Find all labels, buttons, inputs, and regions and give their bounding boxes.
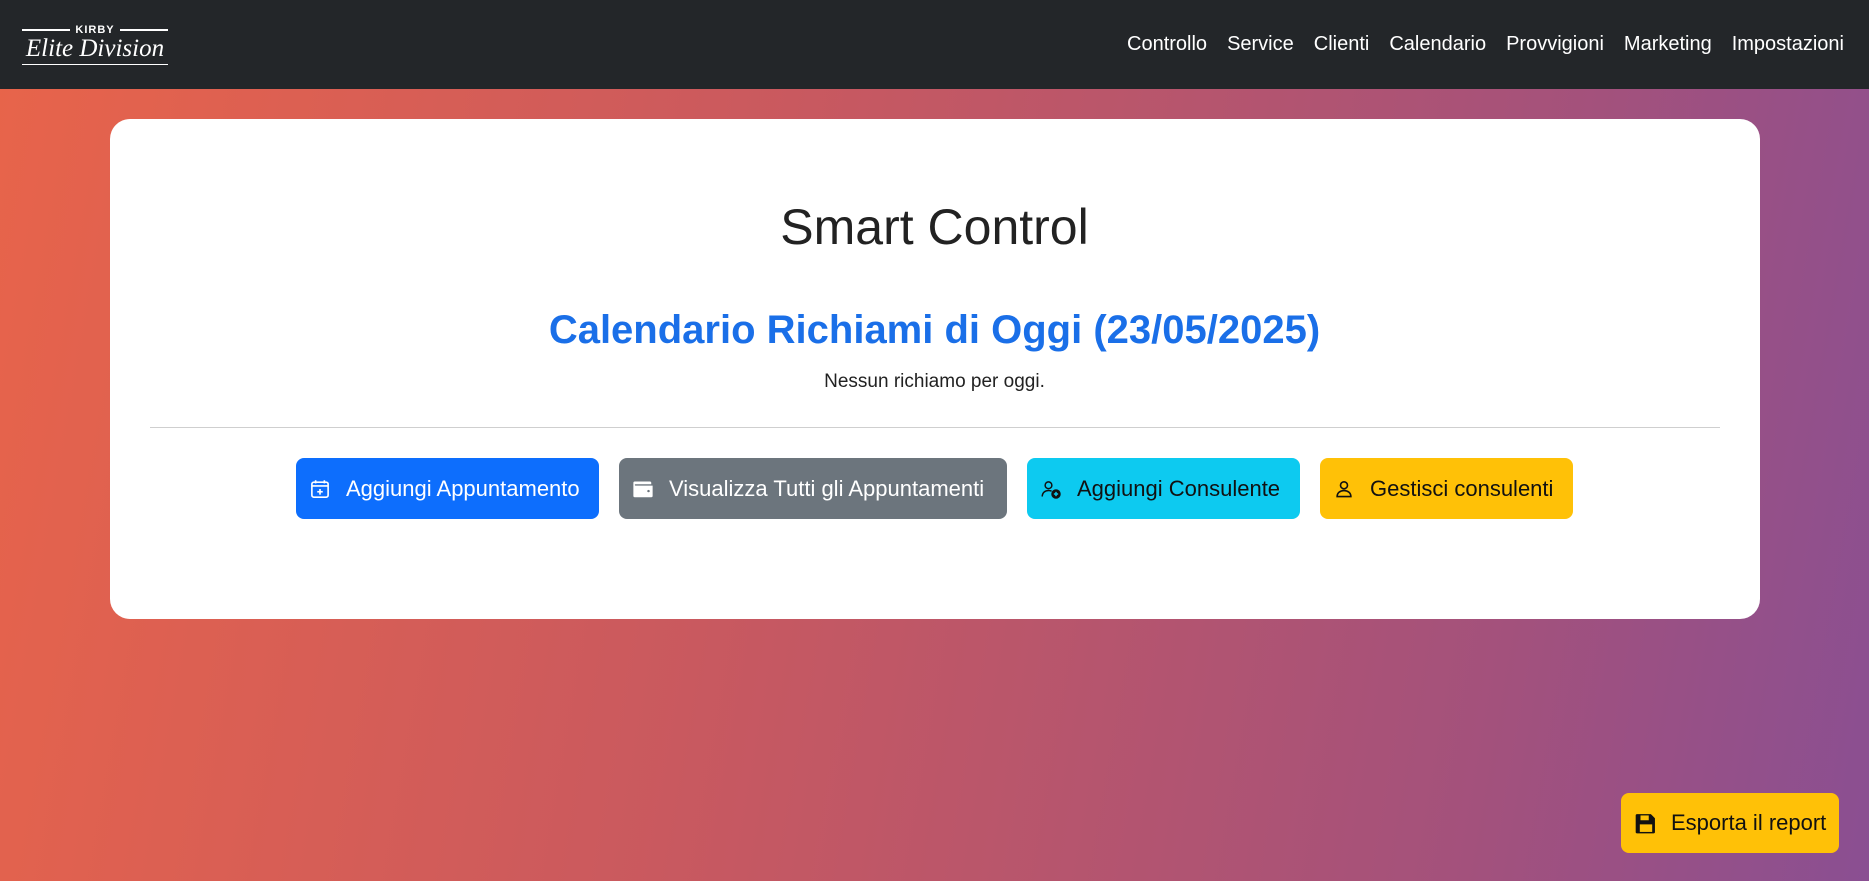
main-card (110, 119, 1760, 619)
page-title: Smart Control (780, 199, 1089, 255)
wallet-icon (631, 477, 655, 501)
add-consultant-label: Aggiungi Consulente (1077, 475, 1281, 501)
person-add-icon (1039, 477, 1063, 501)
nav-item-provvigioni[interactable]: Provvigioni (1496, 33, 1614, 56)
add-appointment-button[interactable]: Aggiungi Appuntamento (296, 458, 599, 519)
add-consultant-button[interactable]: Aggiungi Consulente (1027, 458, 1300, 519)
person-icon (1332, 477, 1356, 501)
nav-item-controllo[interactable]: Controllo (1117, 33, 1217, 56)
manage-consultants-label: Gestisci consulenti (1370, 475, 1554, 501)
nav-item-marketing[interactable]: Marketing (1614, 33, 1722, 56)
floppy-disk-icon (1635, 812, 1657, 834)
manage-consultants-button[interactable]: Gestisci consulenti (1320, 458, 1573, 519)
view-all-appointments-label: Visualizza Tutti gli Appuntamenti (669, 475, 985, 501)
nav-menu: Controllo Service Clienti Calendario Pro… (1117, 33, 1844, 56)
nav-item-service[interactable]: Service (1217, 33, 1304, 56)
export-report-button[interactable]: Esporta il report (1621, 793, 1839, 853)
top-navbar: KIRBY Elite Division Controllo Service C… (0, 0, 1869, 89)
add-appointment-label: Aggiungi Appuntamento (346, 475, 580, 501)
export-report-label: Esporta il report (1671, 810, 1827, 835)
brand-logo[interactable]: KIRBY Elite Division (22, 20, 169, 70)
brand-top-text: KIRBY (75, 23, 115, 36)
action-buttons: Aggiungi Appuntamento Visualizza Tutti g… (296, 458, 1573, 519)
nav-item-calendario[interactable]: Calendario (1379, 33, 1496, 56)
nav-item-clienti[interactable]: Clienti (1304, 33, 1380, 56)
view-all-appointments-button[interactable]: Visualizza Tutti gli Appuntamenti (619, 458, 1007, 519)
divider (150, 427, 1720, 428)
callbacks-empty-message: Nessun richiamo per oggi. (824, 371, 1045, 392)
nav-item-impostazioni[interactable]: Impostazioni (1722, 33, 1844, 56)
callbacks-title: Calendario Richiami di Oggi (23/05/2025) (548, 308, 1321, 352)
calendar-plus-icon (308, 477, 332, 501)
brand-script-text: Elite Division (25, 34, 165, 62)
